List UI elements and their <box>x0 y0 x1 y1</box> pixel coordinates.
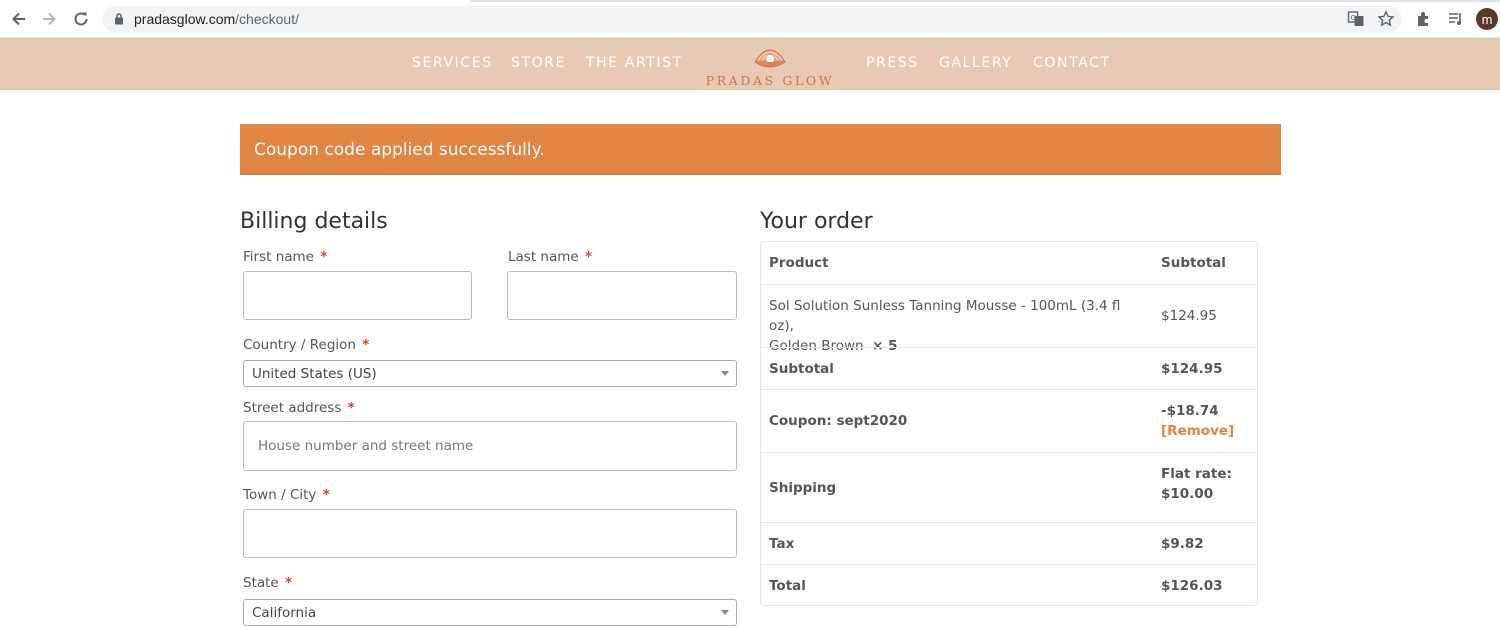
order-title: Your order <box>760 209 873 234</box>
item-name-line1: Sol Solution Sunless Tanning Mousse - 10… <box>769 298 1121 334</box>
translate-icon[interactable]: G <box>1346 9 1366 29</box>
nav-services[interactable]: SERVICES <box>412 55 493 71</box>
country-label: Country / Region * <box>243 337 369 353</box>
street-label: Street address * <box>243 400 355 416</box>
required-marker: * <box>322 487 330 503</box>
back-icon[interactable] <box>8 8 30 30</box>
brand-name: PRADAS GLOW <box>705 73 835 88</box>
city-label: Town / City * <box>243 487 330 503</box>
lock-icon[interactable] <box>114 12 124 30</box>
reading-list-icon[interactable] <box>1446 9 1466 29</box>
notice-message: Coupon code applied successfully. <box>254 140 545 160</box>
total-value: $126.03 <box>1161 578 1223 594</box>
required-marker: * <box>347 400 355 416</box>
url-text[interactable]: pradasglow.com/checkout/ <box>134 11 299 27</box>
dropdown-arrow-icon <box>721 610 729 615</box>
required-marker: * <box>362 337 370 353</box>
street-label-text: Street address <box>243 400 342 416</box>
state-label: State * <box>243 575 292 591</box>
profile-avatar[interactable]: m <box>1476 8 1498 30</box>
svg-text:G: G <box>1351 14 1356 22</box>
coupon-label: Coupon: sept2020 <box>769 413 908 429</box>
url-host: pradasglow.com <box>134 11 236 27</box>
remove-coupon-link[interactable]: [Remove] <box>1161 421 1234 441</box>
first-name-input[interactable] <box>243 271 472 320</box>
address-bar[interactable]: pradasglow.com/checkout/ <box>102 6 1402 32</box>
tax-row: Tax $9.82 <box>761 522 1257 564</box>
site-logo[interactable]: PRADAS GLOW <box>697 42 843 88</box>
required-marker: * <box>585 249 593 265</box>
billing-title: Billing details <box>240 209 388 234</box>
state-label-text: State <box>243 575 279 591</box>
bookmark-star-icon[interactable] <box>1376 9 1396 29</box>
col-subtotal: Subtotal <box>1161 255 1226 271</box>
nav-contact[interactable]: CONTACT <box>1033 55 1111 71</box>
order-review-table: Product Subtotal Sol Solution Sunless Ta… <box>760 241 1258 606</box>
required-marker: * <box>285 575 293 591</box>
tab-strip <box>0 0 1500 2</box>
street-address-input[interactable]: House number and street name <box>243 421 737 471</box>
url-path: /checkout/ <box>235 11 299 27</box>
col-product: Product <box>769 255 829 271</box>
nav-press[interactable]: PRESS <box>866 55 919 71</box>
last-name-input[interactable] <box>507 271 737 320</box>
item-price: $124.95 <box>1161 308 1217 324</box>
table-row: Sol Solution Sunless Tanning Mousse - 10… <box>761 284 1257 354</box>
shipping-method-name: Flat rate: <box>1161 466 1232 482</box>
forward-icon[interactable] <box>38 8 60 30</box>
coupon-row: Coupon: sept2020 -$18.74 [Remove] <box>761 389 1257 452</box>
browser-toolbar: pradasglow.com/checkout/ G m <box>0 0 1500 38</box>
nav-gallery[interactable]: GALLERY <box>939 55 1012 71</box>
country-select[interactable]: United States (US) <box>243 360 737 387</box>
subtotal-value: $124.95 <box>1161 361 1223 377</box>
shell-pearl-icon <box>752 42 788 77</box>
site-header: SERVICES STORE THE ARTIST PRADAS GLOW PR… <box>0 38 1500 90</box>
first-name-label-text: First name <box>243 249 314 265</box>
city-label-text: Town / City <box>243 487 317 503</box>
table-header-row: Product Subtotal <box>761 242 1257 284</box>
street-placeholder: House number and street name <box>258 438 474 454</box>
coupon-success-notice: Coupon code applied successfully. <box>240 124 1281 175</box>
last-name-label-text: Last name <box>508 249 579 265</box>
active-tab-edge <box>0 0 470 2</box>
nav-store[interactable]: STORE <box>511 55 566 71</box>
extensions-icon[interactable] <box>1414 9 1434 29</box>
tax-value: $9.82 <box>1161 536 1204 552</box>
shipping-method: Flat rate: $10.00 <box>1161 464 1232 504</box>
shipping-row: Shipping Flat rate: $10.00 <box>761 452 1257 522</box>
shipping-cost: $10.00 <box>1161 486 1214 502</box>
subtotal-row: Subtotal $124.95 <box>761 347 1257 389</box>
state-select[interactable]: California <box>243 599 737 626</box>
city-input[interactable] <box>243 509 737 558</box>
shipping-label: Shipping <box>769 480 837 496</box>
coupon-discount: -$18.74 <box>1161 403 1219 419</box>
country-value: United States (US) <box>252 366 377 382</box>
total-label: Total <box>769 578 806 594</box>
required-marker: * <box>320 249 328 265</box>
subtotal-label: Subtotal <box>769 361 834 377</box>
state-value: California <box>252 605 317 621</box>
first-name-label: First name * <box>243 249 327 265</box>
reload-icon[interactable] <box>70 8 92 30</box>
total-row: Total $126.03 <box>761 564 1257 606</box>
country-label-text: Country / Region <box>243 337 356 353</box>
dropdown-arrow-icon <box>721 371 729 376</box>
nav-the-artist[interactable]: THE ARTIST <box>586 55 683 71</box>
last-name-label: Last name * <box>508 249 592 265</box>
tax-label: Tax <box>769 536 795 552</box>
